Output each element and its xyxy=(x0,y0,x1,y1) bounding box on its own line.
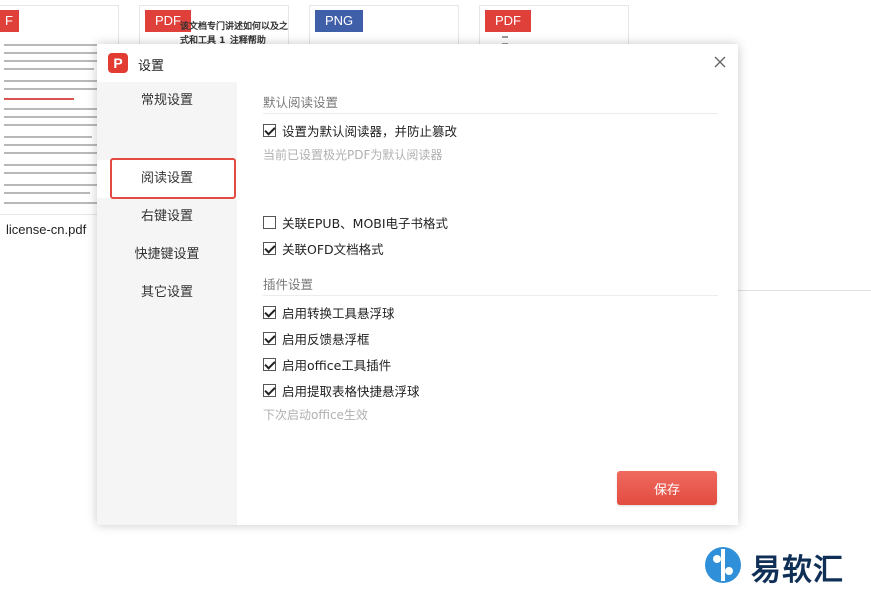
file-name-label[interactable]: license-cn.pdf xyxy=(6,222,86,237)
option-ofd[interactable]: 关联OFD文档格式 xyxy=(263,240,384,257)
app-logo-icon: P xyxy=(108,53,128,73)
option-office-plugin[interactable]: 启用office工具插件 xyxy=(263,356,392,373)
checkbox-ofd[interactable] xyxy=(263,241,276,255)
option-label: 启用office工具插件 xyxy=(282,357,392,373)
option-label: 关联EPUB、MOBI电子书格式 xyxy=(282,215,449,231)
section-divider xyxy=(263,295,718,296)
settings-content: 默认阅读设置 设置为默认阅读器，并防止篡改 当前已设置极光PDF为默认阅读器 关… xyxy=(237,82,738,525)
checkbox-table-extract-ball[interactable] xyxy=(263,383,276,397)
checkbox-convert-float-ball[interactable] xyxy=(263,305,276,319)
checkbox-ebook[interactable] xyxy=(263,215,276,229)
settings-sidebar: 常规设置 阅读设置 右键设置 快捷键设置 其它设置 xyxy=(97,82,237,525)
checkbox-office-plugin[interactable] xyxy=(263,357,276,371)
option-label: 启用转换工具悬浮球 xyxy=(282,305,395,321)
checkbox-default-reader[interactable] xyxy=(263,123,276,137)
dialog-titlebar: P 设置 xyxy=(97,44,738,82)
file-type-badge: PDF xyxy=(485,10,531,32)
divider xyxy=(737,290,871,291)
section-title-reader: 默认阅读设置 xyxy=(263,95,339,110)
checkbox-feedback-float[interactable] xyxy=(263,331,276,345)
section-divider xyxy=(263,113,718,114)
file-type-badge: F xyxy=(0,10,19,32)
brand-logo-icon xyxy=(705,547,741,583)
save-button[interactable]: 保存 xyxy=(617,471,717,505)
option-table-extract-ball[interactable]: 启用提取表格快捷悬浮球 xyxy=(263,382,420,399)
sidebar-item-other[interactable]: 其它设置 xyxy=(97,274,237,312)
option-convert-float-ball[interactable]: 启用转换工具悬浮球 xyxy=(263,304,395,321)
sidebar-item-shortcuts[interactable]: 快捷键设置 xyxy=(97,236,237,274)
option-default-reader[interactable]: 设置为默认阅读器，并防止篡改 xyxy=(263,122,458,139)
watermark: 易软汇 xyxy=(703,543,871,588)
option-label: 启用提取表格快捷悬浮球 xyxy=(282,383,420,399)
close-icon[interactable] xyxy=(712,54,728,70)
option-ebook[interactable]: 关联EPUB、MOBI电子书格式 xyxy=(263,214,449,231)
office-restart-hint: 下次启动office生效 xyxy=(263,408,368,422)
screen: F PDF 该文档专门讲述如何以及之久更新方式和工具 1_注释帮助 PNG PD… xyxy=(0,0,871,589)
default-reader-hint: 当前已设置极光PDF为默认阅读器 xyxy=(263,148,443,162)
option-label: 启用反馈悬浮框 xyxy=(282,331,370,347)
watermark-text: 易软汇 xyxy=(751,553,844,588)
settings-dialog: P 设置 常规设置 阅读设置 右键设置 快捷键设置 其它设置 默认阅读设置 设置… xyxy=(97,44,738,525)
option-feedback-float[interactable]: 启用反馈悬浮框 xyxy=(263,330,370,347)
sidebar-item-context-menu[interactable]: 右键设置 xyxy=(97,198,237,236)
dialog-title: 设置 xyxy=(138,59,165,74)
sidebar-item-general[interactable]: 常规设置 xyxy=(97,82,237,120)
option-label: 设置为默认阅读器，并防止篡改 xyxy=(282,123,458,139)
file-type-badge: PNG xyxy=(315,10,364,32)
section-title-plugins: 插件设置 xyxy=(263,277,314,292)
option-label: 关联OFD文档格式 xyxy=(282,241,384,257)
selection-highlight xyxy=(110,158,236,199)
